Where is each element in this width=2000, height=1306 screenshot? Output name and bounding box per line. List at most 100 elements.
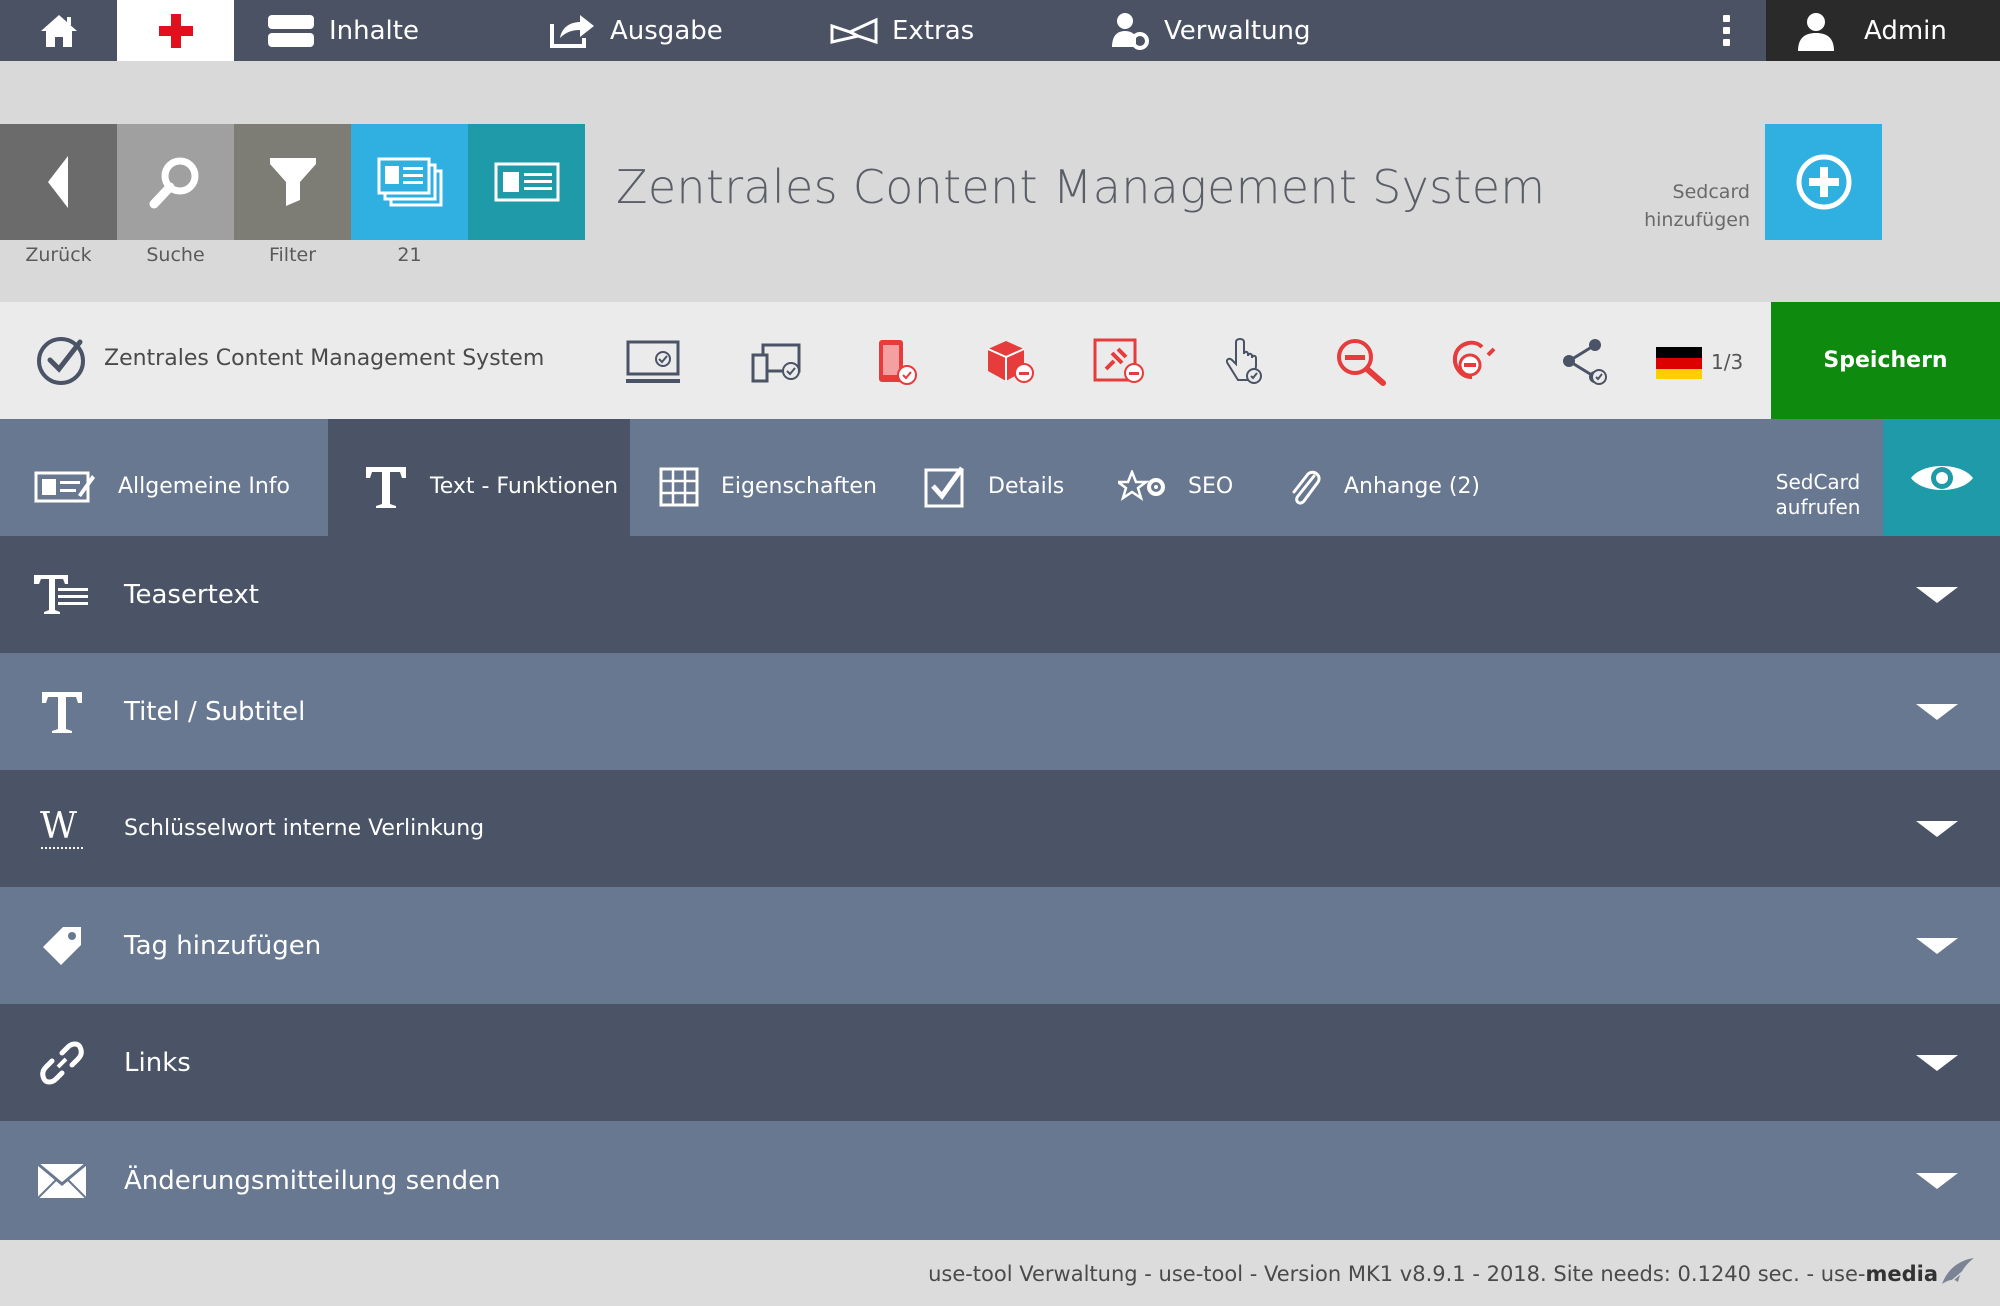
envelope-icon	[37, 1162, 87, 1199]
save-button[interactable]: Speichern	[1771, 302, 2000, 419]
remove-module-button[interactable]	[982, 334, 1038, 390]
section-icon-wrap	[0, 1122, 124, 1239]
emergency-tab[interactable]	[117, 0, 234, 61]
text-icon	[366, 466, 406, 508]
user-menu[interactable]: Admin	[1766, 0, 2000, 61]
user-icon	[1798, 12, 1834, 51]
pin-red-icon	[1093, 338, 1144, 383]
info-card-icon	[34, 471, 95, 502]
tab-anhange[interactable]: Anhange (2)	[1288, 419, 1480, 536]
section-aenderungsmitteilung[interactable]: Änderungsmitteilung senden	[0, 1121, 2000, 1240]
link-icon	[40, 1041, 84, 1084]
svg-text:W: W	[40, 806, 77, 847]
devices-check-icon	[751, 343, 801, 383]
footer-text: use-tool Verwaltung - use-tool - Version…	[928, 1262, 1938, 1286]
unpin-button[interactable]	[1092, 334, 1148, 390]
check-circle-icon	[37, 337, 85, 385]
section-label: Änderungsmitteilung senden	[124, 1165, 501, 1196]
checkbox-icon	[924, 466, 965, 507]
view-sedcard-label-line1: SedCard	[1775, 470, 1861, 494]
share-button[interactable]	[1557, 334, 1613, 390]
layers-icon	[268, 14, 314, 47]
interaction-button[interactable]	[1215, 334, 1271, 390]
grid-icon	[659, 467, 699, 506]
user-gear-icon	[1112, 12, 1149, 50]
footer-version-text: use-tool Verwaltung - use-tool - Version…	[928, 1262, 1866, 1286]
view-sedcard-button[interactable]	[1883, 419, 2000, 536]
flag-de-icon	[1656, 347, 1702, 379]
share-icon	[1563, 339, 1607, 385]
section-label: Links	[124, 1047, 191, 1078]
preview-desktop-button[interactable]	[625, 334, 681, 390]
chevron-down-icon	[1916, 1172, 1958, 1189]
back-label: Zurück	[25, 244, 92, 266]
filter-button[interactable]	[234, 124, 351, 240]
card-icon	[494, 162, 559, 202]
section-links[interactable]: Links	[0, 1004, 2000, 1121]
preview-devices-button[interactable]	[749, 334, 805, 390]
view-sedcard-label: SedCard aufrufen	[1770, 470, 1866, 520]
tab-eigenschaften[interactable]: Eigenschaften	[659, 419, 877, 536]
tab-label: Text - Funktionen	[430, 474, 619, 499]
menu-extras[interactable]: Extras	[830, 0, 974, 61]
menu-ausgabe-label: Ausgabe	[610, 15, 723, 46]
eye-icon	[1910, 465, 1973, 490]
section-titel-subtitel[interactable]: Titel / Subtitel	[0, 653, 2000, 770]
home-button[interactable]	[0, 0, 117, 61]
tab-label: Details	[988, 474, 1065, 499]
section-teasertext[interactable]: Teasertext	[0, 536, 2000, 653]
chevron-down-icon	[1916, 586, 1958, 603]
chevron-down-icon	[1916, 703, 1958, 720]
tab-label: SEO	[1188, 474, 1234, 499]
zoom-out-button[interactable]	[1334, 334, 1390, 390]
cards-count-label: 21	[397, 244, 422, 266]
user-name: Admin	[1864, 15, 1947, 46]
chevron-down-icon	[1916, 1054, 1958, 1071]
card-view-button[interactable]	[468, 124, 585, 240]
page-title: Zentrales Content Management System	[616, 160, 1546, 214]
menu-inhalte-label: Inhalte	[329, 15, 419, 46]
tab-text-funktionen[interactable]: Text - Funktionen	[364, 419, 618, 536]
more-menu-button[interactable]	[1715, 0, 1737, 61]
extras-icon	[830, 17, 878, 44]
teaser-text-icon	[34, 574, 88, 614]
preview-mobile-button[interactable]	[869, 334, 925, 390]
filter-label: Filter	[268, 244, 317, 266]
cards-icon	[377, 157, 442, 207]
tab-label: Anhange (2)	[1344, 474, 1481, 499]
mobile-red-icon	[879, 340, 917, 385]
back-button[interactable]	[0, 124, 117, 240]
section-icon-wrap	[0, 1004, 124, 1121]
unlink-red-icon	[1453, 340, 1496, 379]
unlink-button[interactable]	[1446, 334, 1502, 390]
tag-icon	[43, 926, 81, 965]
menu-inhalte[interactable]: Inhalte	[267, 0, 419, 61]
tab-details[interactable]: Details	[924, 419, 1064, 536]
title-icon	[42, 691, 82, 733]
search-label: Suche	[146, 244, 205, 266]
section-icon-wrap	[0, 653, 124, 770]
section-label: Schlüsselwort interne Verlinkung	[124, 816, 485, 841]
red-cross-icon	[158, 13, 193, 48]
paperclip-icon	[1292, 470, 1321, 505]
star-gear-icon	[1118, 469, 1165, 501]
chevron-down-icon	[1916, 937, 1958, 954]
tab-seo[interactable]: SEO	[1118, 419, 1233, 536]
add-sedcard-button[interactable]	[1765, 124, 1882, 240]
footer-brand: media	[1865, 1262, 1938, 1286]
chevron-left-icon	[47, 156, 68, 208]
search-icon	[149, 157, 198, 209]
keyword-icon: W	[40, 806, 83, 849]
cards-count-button[interactable]	[351, 124, 468, 240]
section-schluesselwort[interactable]: W Schlüsselwort interne Verlinkung	[0, 770, 2000, 887]
tab-label: Allgemeine Info	[118, 474, 290, 499]
menu-verwaltung-label: Verwaltung	[1164, 15, 1311, 46]
menu-ausgabe[interactable]: Ausgabe	[548, 0, 723, 61]
filter-icon	[269, 158, 316, 206]
language-selector[interactable]	[1656, 347, 1702, 383]
menu-verwaltung[interactable]: Verwaltung	[1110, 0, 1311, 61]
tab-allgemeine-info[interactable]: Allgemeine Info	[34, 419, 290, 536]
search-button[interactable]	[117, 124, 234, 240]
tab-label: Eigenschaften	[721, 474, 877, 499]
section-tag-hinzufuegen[interactable]: Tag hinzufügen	[0, 887, 2000, 1004]
